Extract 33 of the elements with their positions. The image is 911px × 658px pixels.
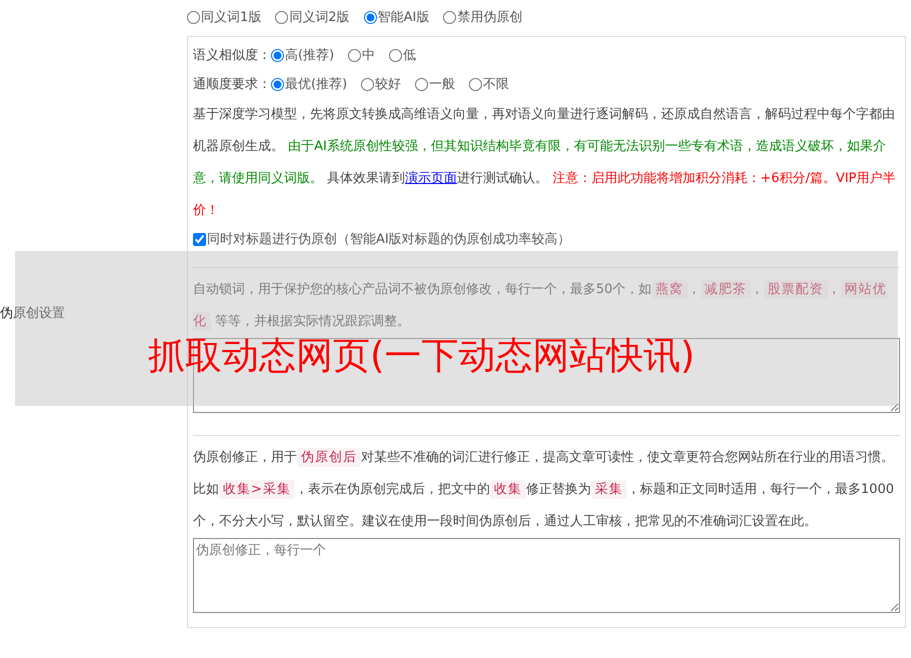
mode-radio[interactable] (187, 11, 200, 24)
mode-radio[interactable] (443, 11, 456, 24)
description-text: 自动锁词，用于保护您的核心产品词不被伪原创修改，每行一个，最多50个，如 燕窝 ， 减肥茶 ， 股票配资 ， 网站优化 等等，并根据实际情况跟踪调整。 (193, 278, 888, 332)
option-radio[interactable] (469, 78, 482, 91)
title-checkbox[interactable] (193, 233, 206, 246)
option-radio[interactable] (348, 48, 362, 62)
similarity-label: 语义相似度： (193, 46, 271, 64)
mode-radio[interactable] (364, 11, 377, 24)
option-label: 低 (403, 46, 416, 64)
option-label: 智能AI版 (378, 9, 430, 27)
description-text: 基于深度学习模型，先将原文转换成高维语义向量，再对语义向量进行逐词解码，还原成自然语言，解码过程中每个字都由机器原创生成。 由于AI系统原创性较强，但其知识结构毕竟有限，有可能无法识别一些专有术语，造成语义破坏，如果介意，请使用同义词版。 具体效果请到演示页面进行测试确认。 注意：启用此功能将增加积分消耗：+6积分/篇。VIP用户半价！ (193, 106, 896, 220)
correction-field[interactable]: 伪原创修正，每行一个 (193, 538, 900, 612)
section-label: 伪原创设置 (0, 305, 65, 323)
option-label: 同义词1版 (201, 9, 262, 27)
option-radio[interactable] (271, 78, 284, 91)
option-label: 不限 (483, 76, 510, 94)
option-radio[interactable] (389, 48, 402, 62)
option-label: 一般 (429, 76, 456, 94)
option-label: 中 (362, 46, 376, 64)
demo-page-link[interactable]: 演示页面 (405, 170, 458, 186)
option-label: 同义词2版 (289, 9, 350, 27)
mode-radio[interactable] (275, 11, 288, 24)
option-radio[interactable] (361, 78, 374, 91)
option-label: 禁用伪原创 (457, 9, 522, 27)
option-label: 较好 (375, 76, 402, 94)
option-radio[interactable] (415, 78, 428, 91)
fluency-label: 通顺度要求： (193, 76, 271, 94)
option-label: 高(推荐) (285, 46, 334, 64)
checkbox-label: 同时对标题进行伪原创（智能AI版对标题的伪原创成功率较高） (207, 230, 571, 249)
option-radio[interactable] (271, 48, 284, 62)
overlay-title: 抓取动态网页(一下动态网站快讯) (148, 333, 696, 379)
option-label: 最优(推荐) (285, 76, 348, 94)
description-text: 伪原创修正，用于 伪原创后 对某些不准确的词汇进行修正，提高文章可读性，使文章更符合您网站所在行业的用语习惯。比如 收集>采集 ，表示在伪原创完成后，把文中的 收集 修正替换为 采集 ，标题和正文同时适用，每行一个，最多1000个，不分大小写，默认留空。建议在使用一段时间伪原创后，通过人工审核，把常见的不准确词汇设置在此。 (193, 446, 895, 530)
